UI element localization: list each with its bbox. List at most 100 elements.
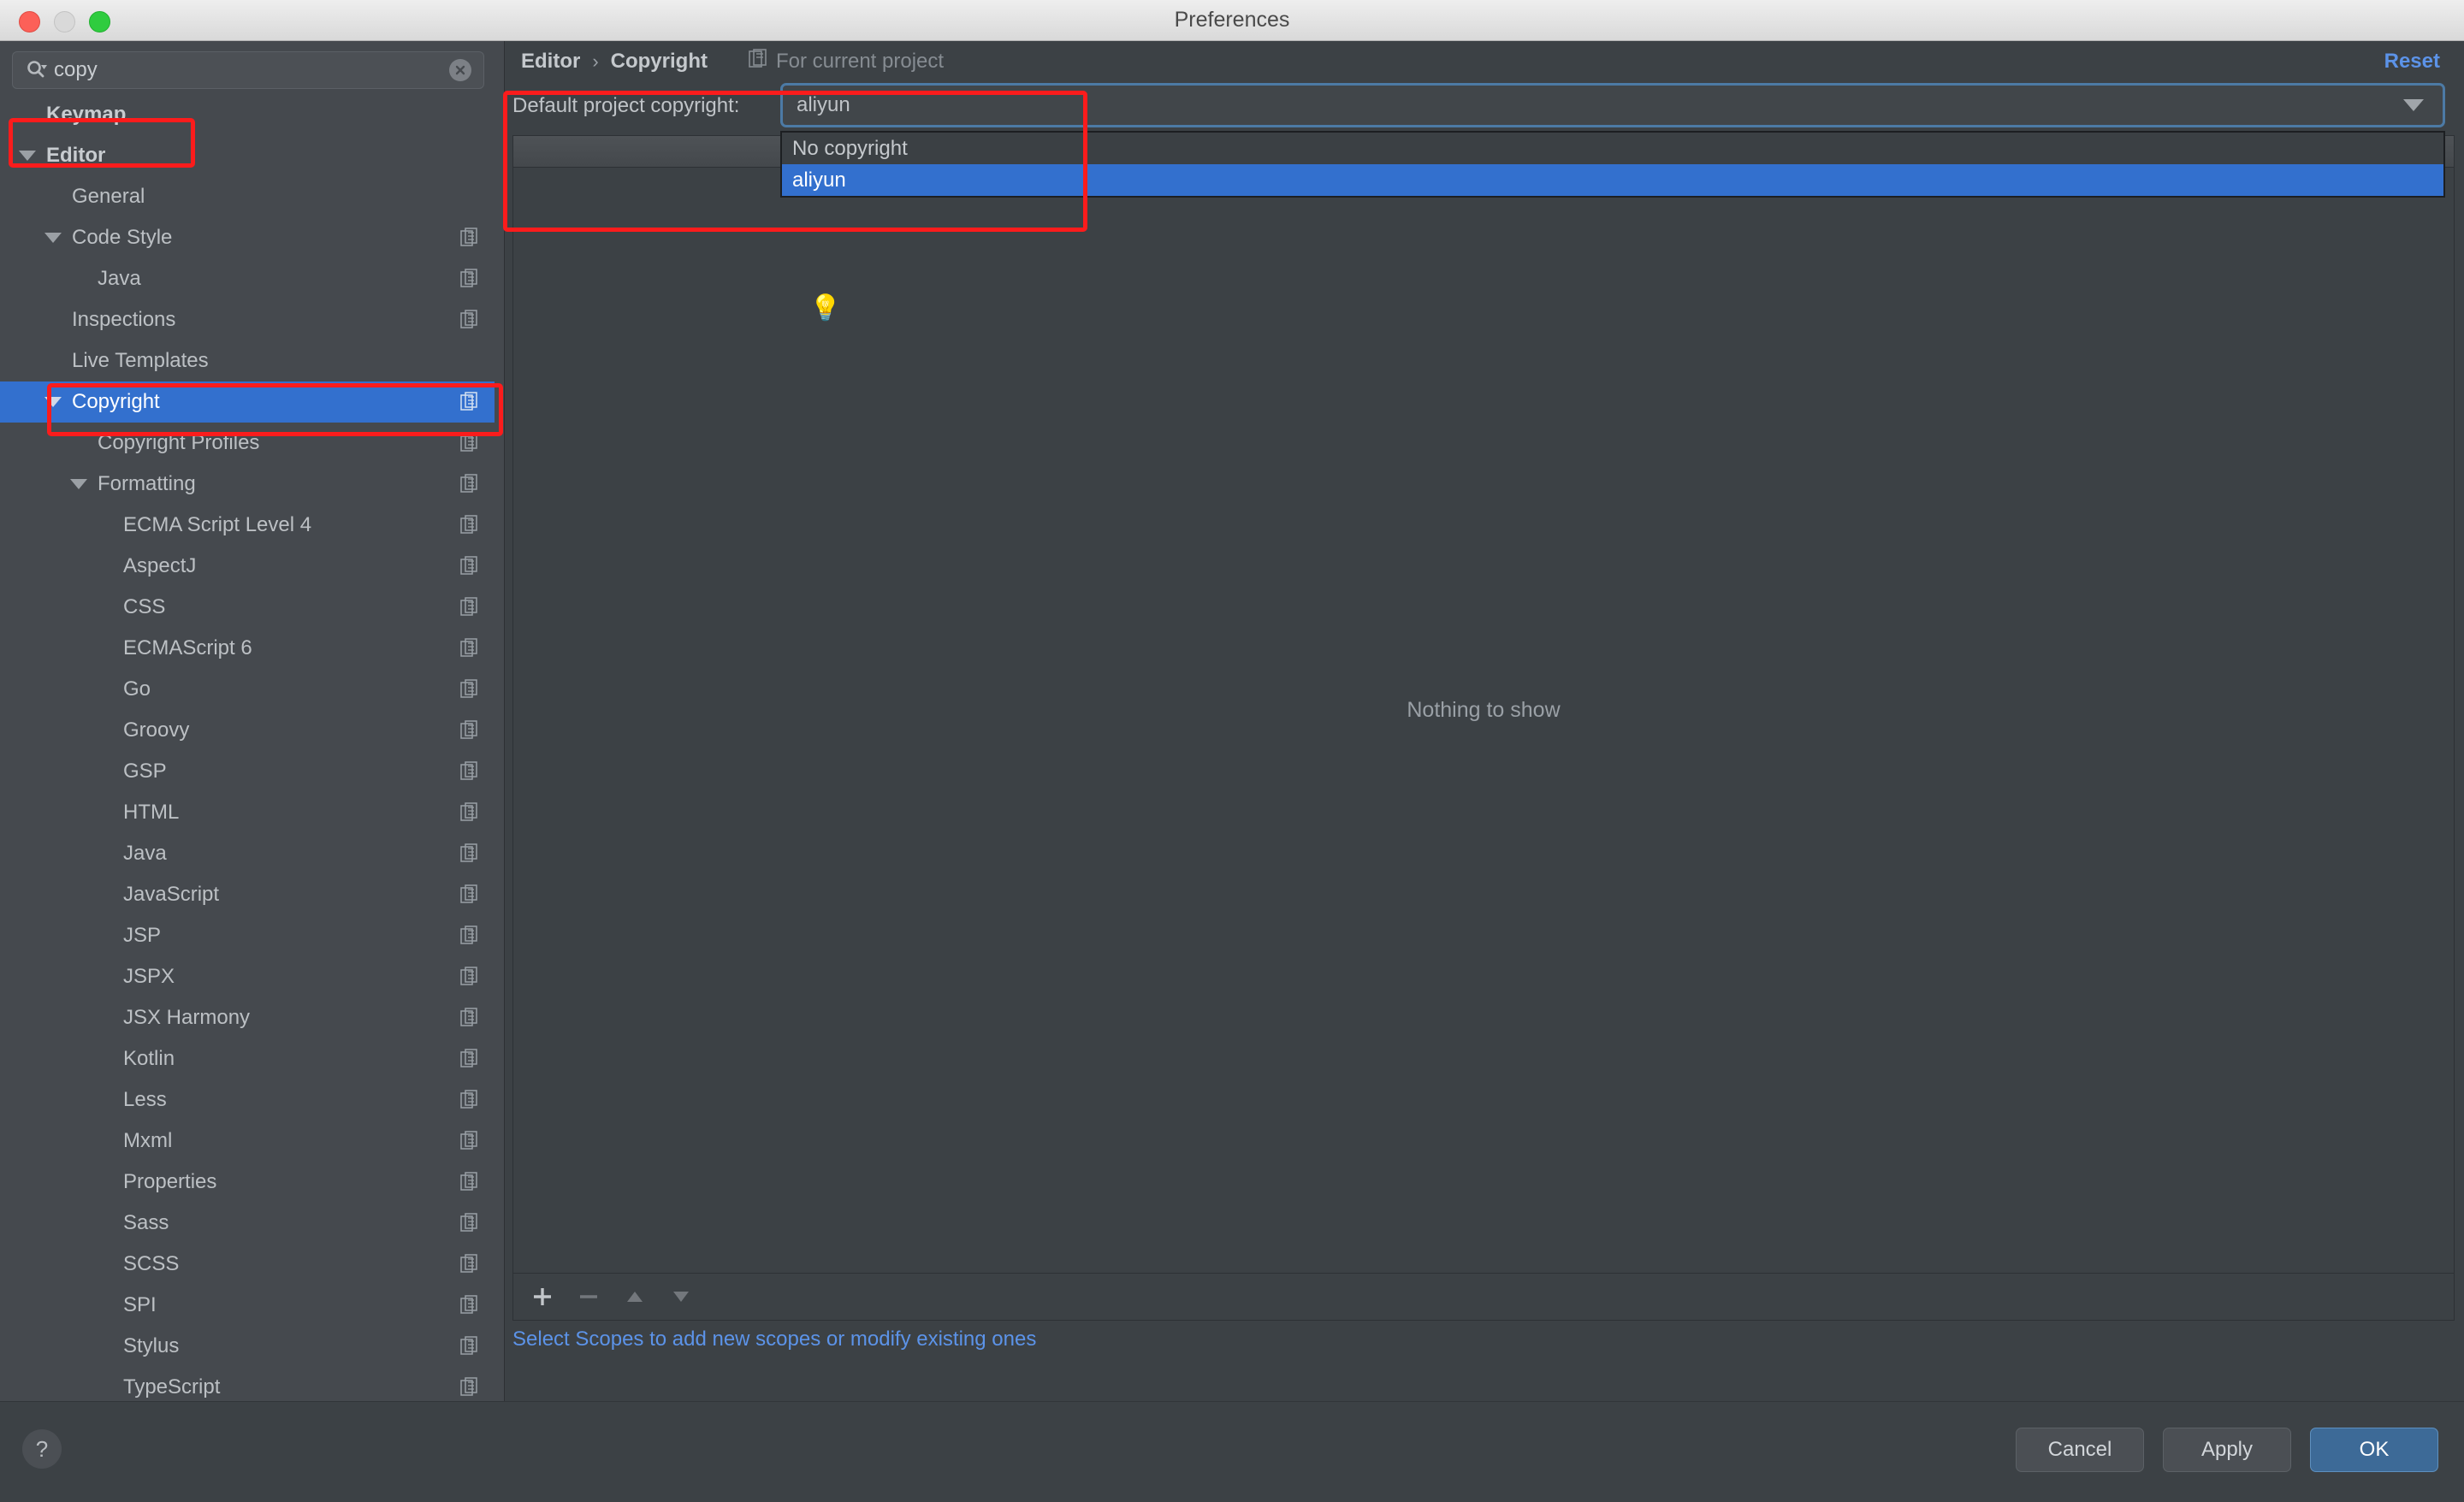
sidebar-item-label: CSS — [123, 595, 166, 618]
copy-settings-icon[interactable] — [460, 1008, 479, 1028]
lightbulb-icon[interactable]: 💡 — [809, 296, 841, 322]
sidebar-item-copyright-profiles[interactable]: Copyright Profiles — [0, 423, 495, 464]
sidebar-item-label: Java — [98, 267, 141, 290]
copy-settings-icon[interactable] — [460, 597, 479, 618]
sidebar-item-label: Less — [123, 1088, 167, 1111]
sidebar-item-javascript[interactable]: JavaScript — [0, 874, 495, 915]
sidebar-item-label: JSP — [123, 924, 162, 947]
search-input[interactable] — [52, 57, 449, 83]
copy-settings-icon[interactable] — [460, 967, 479, 987]
default-copyright-row: Default project copyright: aliyun — [506, 82, 2464, 130]
sidebar-item-copyright[interactable]: Copyright — [0, 381, 495, 423]
sidebar-item-mxml[interactable]: Mxml — [0, 1121, 495, 1162]
settings-tree: Keymap Editor General Code Style Java Inspect… — [0, 94, 495, 1401]
breadcrumb-current: Copyright — [610, 50, 708, 73]
breadcrumb-parent[interactable]: Editor — [521, 50, 580, 74]
copy-settings-icon[interactable] — [460, 1213, 479, 1233]
copy-settings-icon[interactable] — [460, 515, 479, 535]
copy-settings-icon[interactable] — [460, 720, 479, 741]
sidebar-item-editor[interactable]: Editor — [0, 135, 495, 176]
copy-settings-icon[interactable] — [460, 310, 479, 330]
search-field[interactable] — [12, 51, 484, 89]
sidebar-item-properties[interactable]: Properties — [0, 1162, 495, 1203]
sidebar-item-less[interactable]: Less — [0, 1079, 495, 1121]
chevron-down-icon[interactable] — [70, 479, 87, 489]
sidebar-item-live-templates[interactable]: Live Templates — [0, 340, 495, 381]
copy-settings-icon[interactable] — [460, 1295, 479, 1316]
help-icon[interactable]: ? — [22, 1429, 62, 1469]
copy-settings-icon[interactable] — [460, 392, 479, 412]
sidebar-item-inspections[interactable]: Inspections — [0, 299, 495, 340]
default-copyright-combobox[interactable]: aliyun — [780, 83, 2445, 127]
cancel-button[interactable]: Cancel — [2016, 1428, 2144, 1472]
sidebar-item-spi[interactable]: SPI — [0, 1285, 495, 1326]
copy-settings-icon[interactable] — [460, 228, 479, 248]
search-icon — [25, 58, 49, 82]
dropdown-option-aliyun[interactable]: aliyun — [782, 164, 2443, 196]
chevron-down-icon[interactable] — [2403, 99, 2424, 111]
copy-settings-icon[interactable] — [460, 1254, 479, 1274]
move-down-button[interactable] — [664, 1280, 698, 1314]
sidebar-item-label: Groovy — [123, 718, 190, 742]
copy-settings-icon[interactable] — [460, 433, 479, 453]
sidebar-item-typescript[interactable]: TypeScript — [0, 1367, 495, 1401]
copy-settings-icon[interactable] — [460, 638, 479, 659]
sidebar-item-groovy[interactable]: Groovy — [0, 710, 495, 751]
copy-settings-icon[interactable] — [460, 843, 479, 864]
copy-settings-icon[interactable] — [460, 474, 479, 494]
sidebar-item-label: Editor — [46, 144, 106, 167]
sidebar-item-java[interactable]: Java — [0, 258, 495, 299]
copy-settings-icon[interactable] — [460, 1049, 479, 1069]
copy-settings-icon[interactable] — [460, 761, 479, 782]
sidebar-item-jspx[interactable]: JSPX — [0, 956, 495, 997]
copy-settings-icon[interactable] — [460, 884, 479, 905]
sidebar-item-label: Live Templates — [72, 349, 209, 372]
sidebar-item-go[interactable]: Go — [0, 669, 495, 710]
sidebar-item-stylus[interactable]: Stylus — [0, 1326, 495, 1367]
sidebar-item-gsp[interactable]: GSP — [0, 751, 495, 792]
chevron-down-icon[interactable] — [44, 397, 62, 407]
copy-settings-icon[interactable] — [460, 1090, 479, 1110]
default-copyright-dropdown[interactable]: No copyright aliyun — [780, 131, 2445, 198]
sidebar-item-ecma-script-level-4[interactable]: ECMA Script Level 4 — [0, 505, 495, 546]
sidebar-item-label: Code Style — [72, 226, 173, 249]
apply-button[interactable]: Apply — [2163, 1428, 2291, 1472]
sidebar-item-label: SCSS — [123, 1252, 180, 1275]
sidebar-item-general[interactable]: General — [0, 176, 495, 217]
copy-settings-icon[interactable] — [460, 925, 479, 946]
copy-settings-icon[interactable] — [460, 679, 479, 700]
chevron-down-icon[interactable] — [44, 233, 62, 243]
sidebar-item-kotlin[interactable]: Kotlin — [0, 1038, 495, 1079]
sidebar-item-css[interactable]: CSS — [0, 587, 495, 628]
copy-settings-icon[interactable] — [460, 1336, 479, 1357]
copy-settings-icon[interactable] — [460, 269, 479, 289]
sidebar-item-ecmascript-6[interactable]: ECMAScript 6 — [0, 628, 495, 669]
ok-button[interactable]: OK — [2310, 1428, 2438, 1472]
sidebar-item-aspectj[interactable]: AspectJ — [0, 546, 495, 587]
sidebar-item-scss[interactable]: SCSS — [0, 1244, 495, 1285]
reset-link[interactable]: Reset — [2384, 50, 2440, 74]
breadcrumb-separator: › — [592, 50, 599, 72]
select-scopes-link[interactable]: Select Scopes to add new scopes or modif… — [512, 1328, 1036, 1351]
copy-settings-icon[interactable] — [460, 1377, 479, 1398]
copy-settings-icon[interactable] — [460, 1172, 479, 1192]
sidebar-item-keymap[interactable]: Keymap — [0, 94, 495, 135]
remove-scope-button[interactable] — [572, 1280, 606, 1314]
copy-settings-icon[interactable] — [460, 1131, 479, 1151]
sidebar-item-jsp[interactable]: JSP — [0, 915, 495, 956]
sidebar-item-html[interactable]: HTML — [0, 792, 495, 833]
window-titlebar: Preferences — [0, 0, 2464, 41]
sidebar-item-formatting[interactable]: Formatting — [0, 464, 495, 505]
add-scope-button[interactable] — [525, 1280, 560, 1314]
move-up-button[interactable] — [618, 1280, 652, 1314]
copy-settings-icon[interactable] — [460, 802, 479, 823]
sidebar-item-sass[interactable]: Sass — [0, 1203, 495, 1244]
sidebar-item-label: Go — [123, 677, 151, 701]
sidebar-item-java[interactable]: Java — [0, 833, 495, 874]
chevron-down-icon[interactable] — [19, 151, 36, 161]
clear-icon[interactable] — [449, 59, 471, 81]
dropdown-option-no-copyright[interactable]: No copyright — [782, 133, 2443, 164]
copy-settings-icon[interactable] — [460, 556, 479, 577]
sidebar-item-jsx-harmony[interactable]: JSX Harmony — [0, 997, 495, 1038]
sidebar-item-code-style[interactable]: Code Style — [0, 217, 495, 258]
